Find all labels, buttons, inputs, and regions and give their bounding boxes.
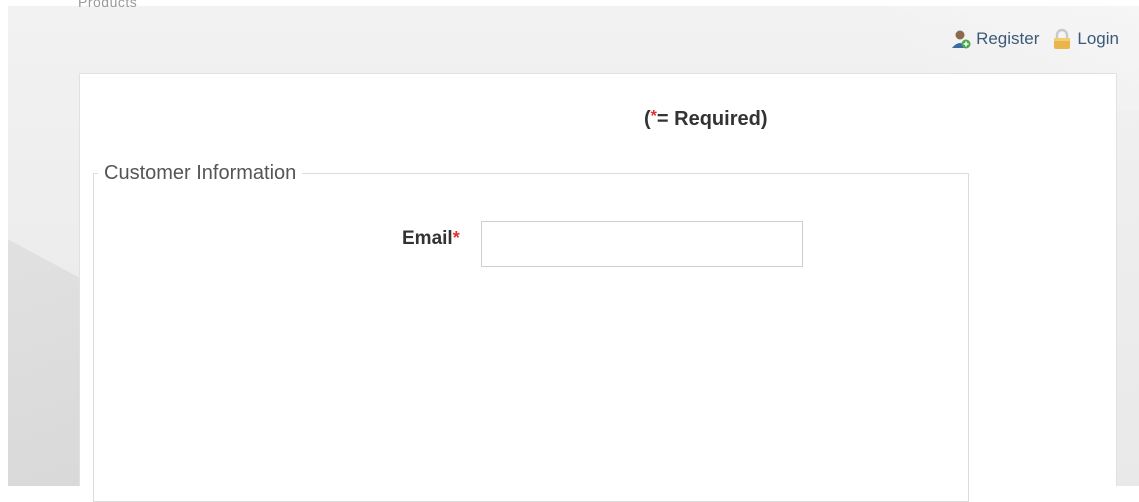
header-links: Register Login	[950, 28, 1119, 50]
email-field[interactable]	[481, 221, 803, 267]
customer-information-fieldset: Customer Information	[93, 162, 969, 502]
login-label: Login	[1077, 29, 1119, 48]
customer-information-legend: Customer Information	[104, 162, 297, 184]
email-label: Email*	[402, 228, 460, 250]
register-label: Register	[976, 29, 1040, 48]
lock-icon	[1051, 28, 1073, 50]
top-edge	[0, 0, 1139, 6]
brand-fragment: Products	[78, 0, 138, 10]
left-edge	[0, 0, 8, 486]
required-note-open: (	[644, 108, 651, 130]
required-note-text: = Required)	[656, 108, 768, 130]
email-label-text: Email	[402, 228, 453, 249]
register-link[interactable]: Register	[950, 28, 1039, 50]
email-required-star: *	[452, 228, 460, 248]
required-note: (*= Required)	[644, 108, 767, 131]
user-add-icon	[950, 28, 972, 50]
login-link[interactable]: Login	[1051, 28, 1119, 50]
